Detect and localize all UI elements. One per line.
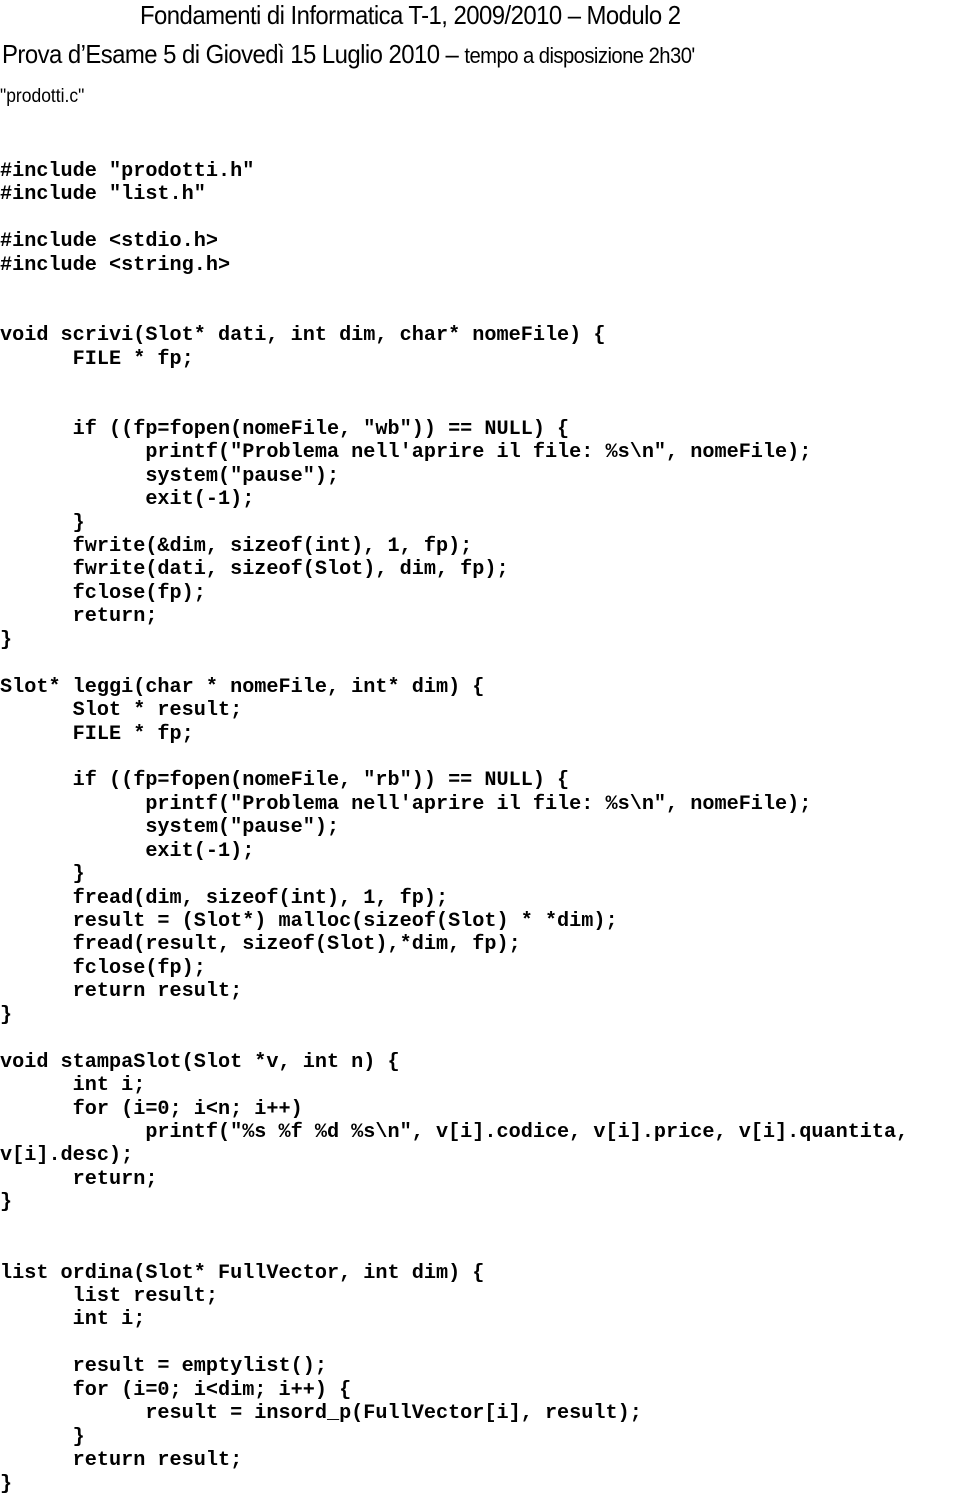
code-line: if ((fp=fopen(nomeFile, "wb")) == NULL) … (0, 417, 570, 441)
code-line: void stampaSlot(Slot *v, int n) { (0, 1050, 400, 1074)
code-line: int i; (0, 1308, 146, 1332)
source-filename: "prodotti.c" (0, 86, 85, 107)
code-line: FILE * fp; (0, 722, 194, 746)
code-line: fread(result, sizeof(Slot),*dim, fp); (0, 933, 521, 957)
code-line: Slot* leggi(char * nomeFile, int* dim) { (0, 675, 485, 699)
exam-time-allowed: tempo a disposizione 2h30' (464, 43, 695, 68)
code-line: result = (Slot*) malloc(sizeof(Slot) * *… (0, 910, 618, 933)
code-line: printf("Problema nell'aprire il file: %s… (0, 441, 812, 465)
code-line: FILE * fp; (0, 347, 194, 371)
code-line: #include "prodotti.h" (0, 160, 255, 183)
code-line: if ((fp=fopen(nomeFile, "rb")) == NULL) … (0, 769, 570, 793)
code-line: fclose(fp); (0, 956, 206, 980)
code-line: system("pause"); (0, 816, 340, 840)
code-line: } (0, 1003, 13, 1027)
code-line: printf("Problema nell'aprire il file: %s… (0, 792, 812, 816)
code-line: } (0, 1472, 13, 1496)
code-line: result = insord_p(FullVector[i], result)… (0, 1402, 642, 1426)
code-line: } (0, 863, 85, 887)
code-line: fwrite(dati, sizeof(Slot), dim, fp); (0, 558, 509, 582)
code-line: } (0, 511, 85, 535)
code-line: void scrivi(Slot* dati, int dim, char* n… (0, 324, 606, 348)
code-line: v[i].desc); (0, 1144, 134, 1168)
code-line: fread(dim, sizeof(int), 1, fp); (0, 886, 449, 910)
code-line: return; (0, 605, 158, 629)
code-line: system("pause"); (0, 464, 340, 488)
code-line: for (i=0; i<n; i++) (0, 1097, 303, 1121)
code-line: fclose(fp); (0, 581, 206, 605)
code-line: return result; (0, 980, 243, 1004)
code-line: #include <stdio.h> (0, 230, 218, 254)
course-title: Fondamenti di Informatica T-1, 2009/2010… (140, 0, 681, 30)
code-line: fwrite(&dim, sizeof(int), 1, fp); (0, 535, 473, 558)
code-line: list ordina(Slot* FullVector, int dim) { (0, 1261, 485, 1285)
code-line: #include <string.h> (0, 253, 231, 277)
code-line: printf("%s %f %d %s\n", v[i].codice, v[i… (0, 1120, 909, 1144)
code-listing: #include "prodotti.h" #include "list.h" #i… (0, 160, 908, 1496)
code-line: } (0, 628, 13, 652)
exam-subtitle-main: Prova d’Esame 5 di Giovedì 15 Luglio 201… (2, 39, 465, 69)
code-line: #include "list.h" (0, 183, 206, 207)
exam-subtitle: Prova d’Esame 5 di Giovedì 15 Luglio 201… (2, 39, 695, 70)
code-line: exit(-1); (0, 839, 255, 863)
code-line: list result; (0, 1285, 218, 1308)
code-line: exit(-1); (0, 488, 255, 512)
code-line: Slot * result; (0, 699, 243, 723)
code-line: return result; (0, 1449, 243, 1473)
code-line: int i; (0, 1074, 146, 1098)
code-line: result = emptylist(); (0, 1355, 327, 1379)
code-line: return; (0, 1167, 158, 1191)
code-line: for (i=0; i<dim; i++) { (0, 1378, 352, 1402)
code-line: } (0, 1191, 13, 1215)
code-line: } (0, 1425, 85, 1449)
